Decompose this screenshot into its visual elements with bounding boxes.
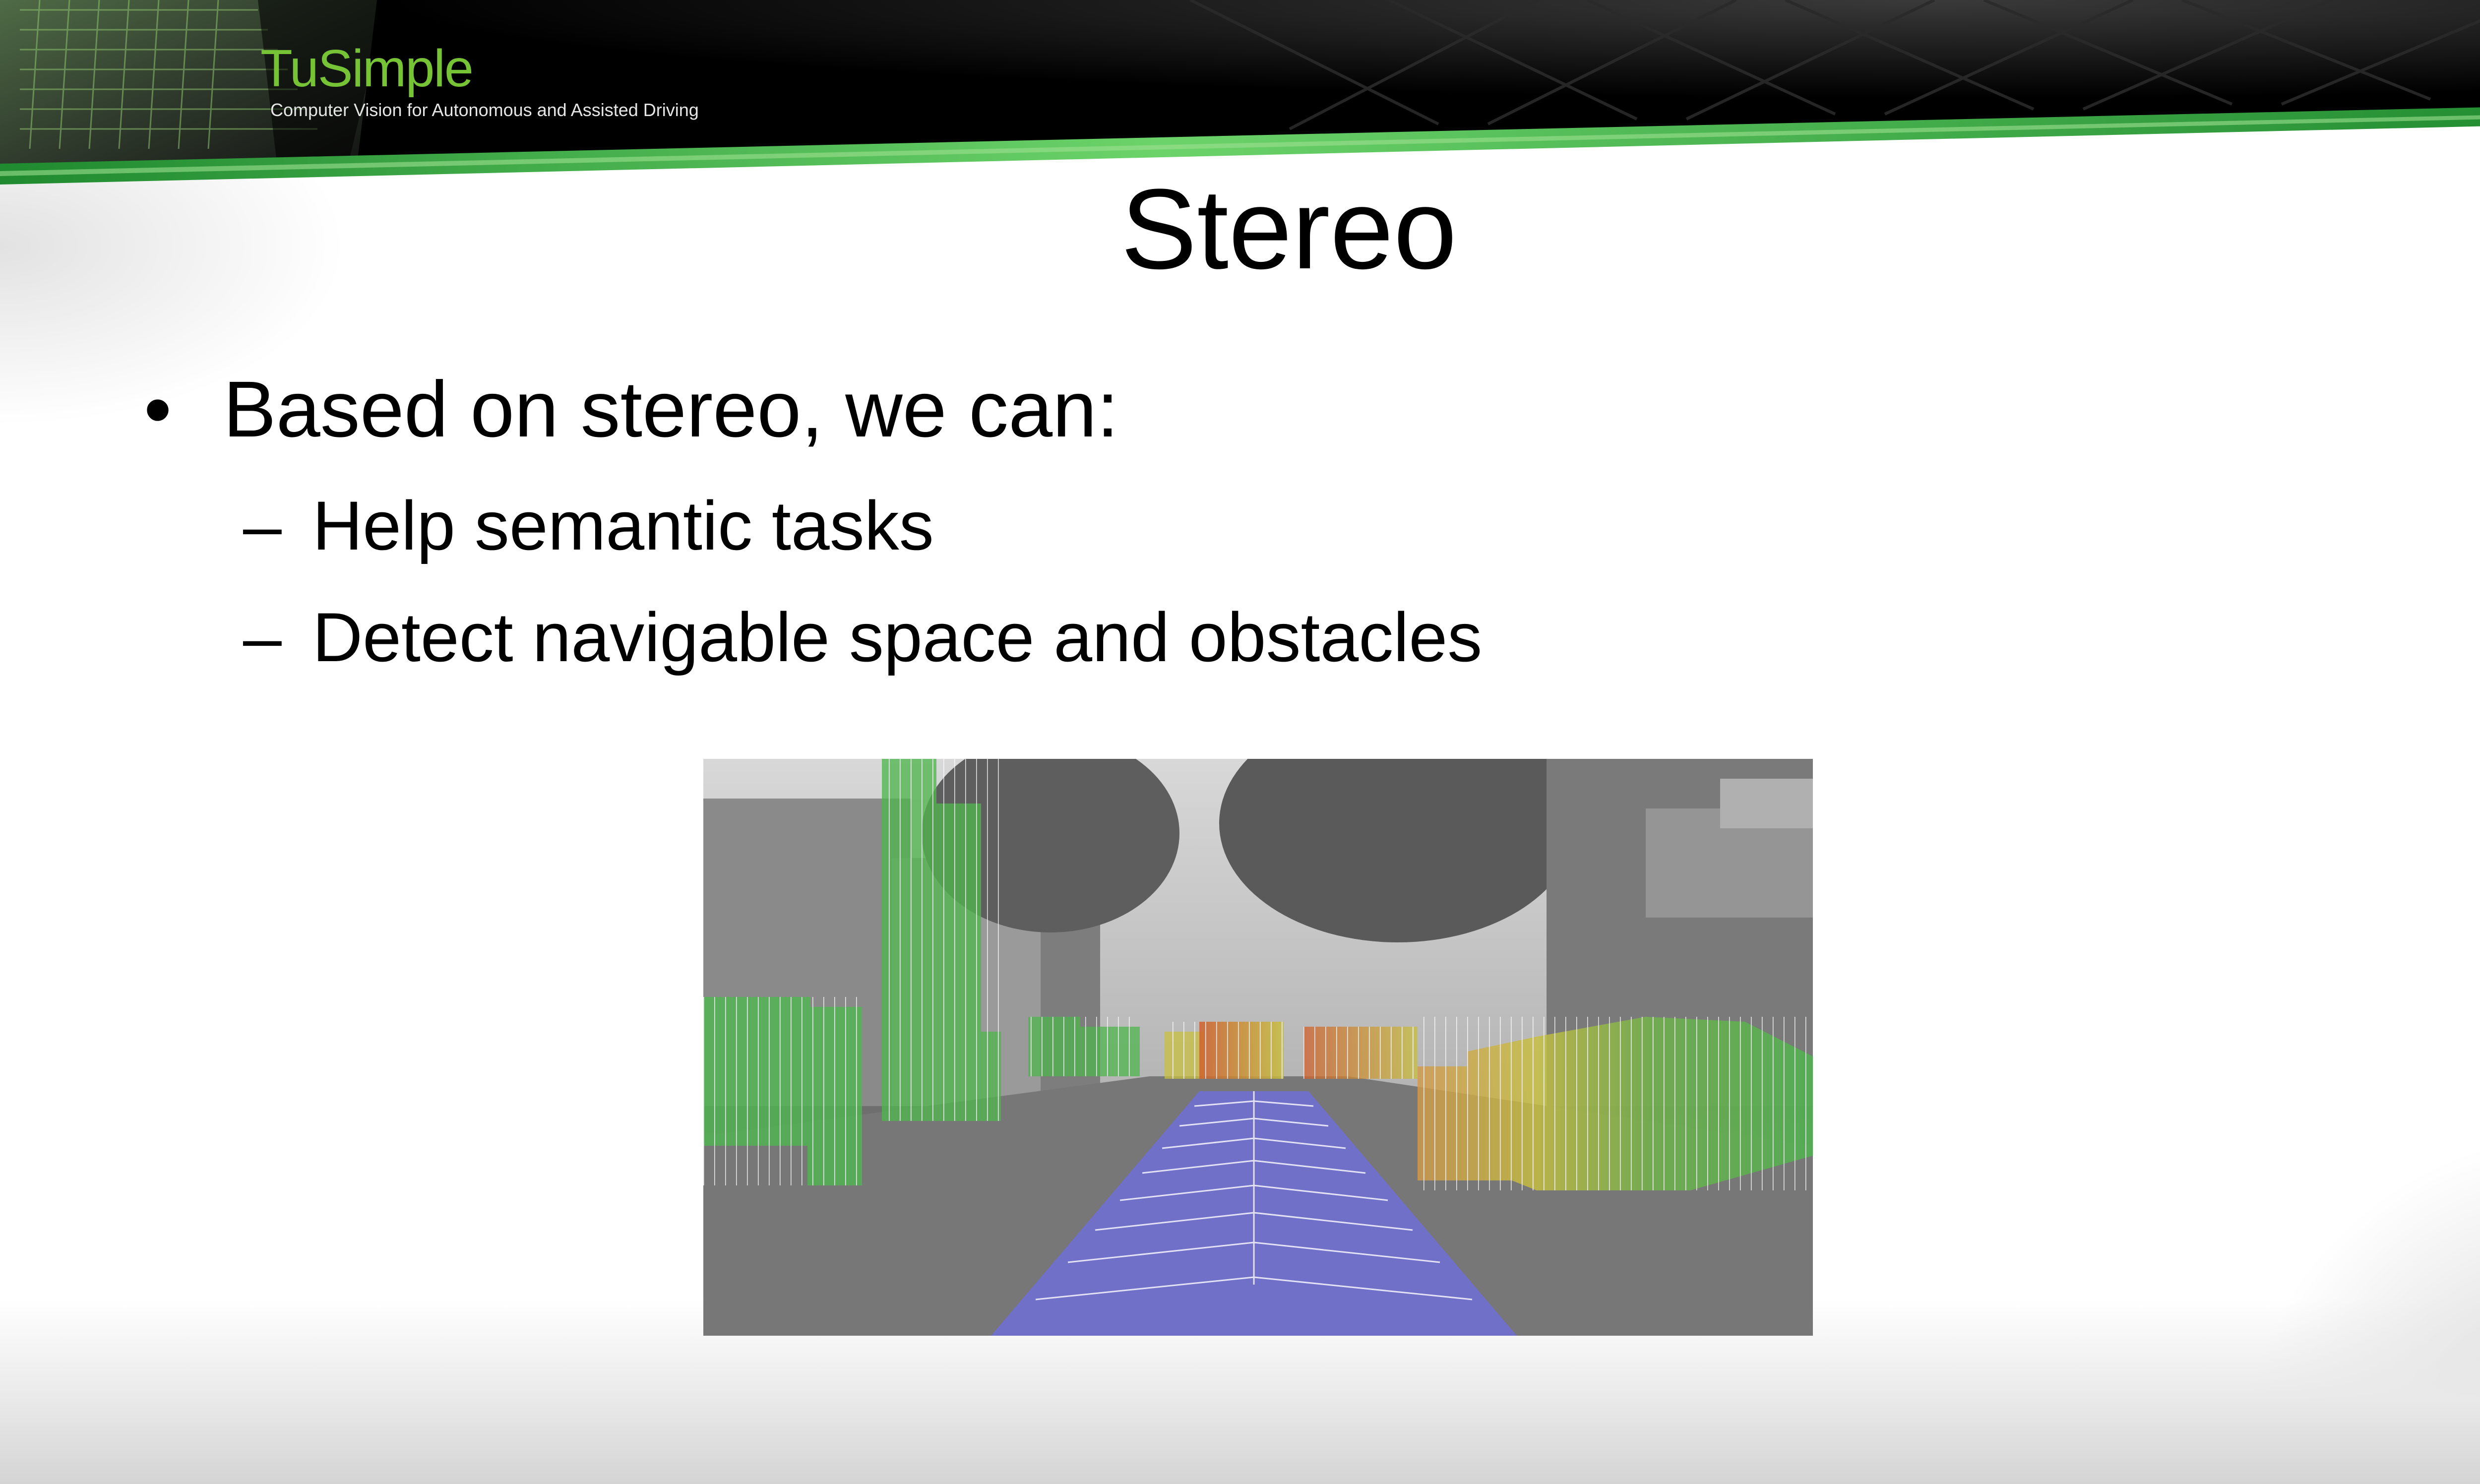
- sub-bullet-item: – Help semantic tasks: [243, 491, 934, 560]
- sub-bullet-marker: –: [243, 598, 282, 676]
- bullet-item: • Based on stereo, we can:: [144, 370, 1119, 449]
- slide-header: TuSimple Computer Vision for Autonomous …: [0, 0, 2480, 188]
- bullet-marker: •: [144, 365, 172, 453]
- slide: TuSimple Computer Vision for Autonomous …: [0, 0, 2480, 1484]
- sub-bullet-text: Detect navigable space and obstacles: [312, 598, 1483, 676]
- sub-bullet-item: – Detect navigable space and obstacles: [243, 603, 1482, 672]
- bullet-text: Based on stereo, we can:: [223, 365, 1119, 453]
- slide-title: Stereo: [1120, 165, 1457, 293]
- sub-bullet-text: Help semantic tasks: [312, 487, 934, 564]
- stereo-result-image: [703, 759, 1813, 1336]
- sub-bullet-marker: –: [243, 487, 282, 564]
- stereo-street-scene-graphic: [703, 759, 1813, 1336]
- logo-wordmark: TuSimple: [260, 39, 474, 98]
- logo-tagline: Computer Vision for Autonomous and Assis…: [270, 100, 699, 120]
